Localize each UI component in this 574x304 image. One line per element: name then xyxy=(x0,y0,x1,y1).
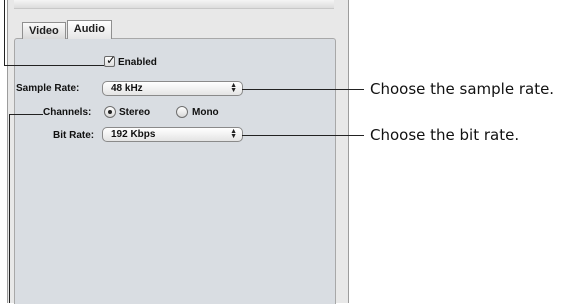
stereo-label: Stereo xyxy=(119,107,151,118)
enabled-checkbox[interactable]: ✓ xyxy=(104,53,117,67)
channels-label: Channels: xyxy=(43,107,92,118)
sample-rate-label: Sample Rate: xyxy=(16,83,80,94)
audio-settings-panel: Video Audio ✓ Enabled Sample Rate: 48 kH… xyxy=(7,0,349,304)
tab-video[interactable]: Video xyxy=(22,22,66,39)
mono-radio[interactable] xyxy=(176,106,188,118)
sample-rate-value: 48 kHz xyxy=(111,83,143,94)
enabled-label: Enabled xyxy=(118,57,157,68)
tab-audio[interactable]: Audio xyxy=(66,20,112,39)
sample-rate-callout: Choose the sample rate. xyxy=(370,80,555,98)
tab-bar: Video Audio xyxy=(22,20,112,39)
bit-rate-label: Bit Rate: xyxy=(53,130,95,141)
bit-rate-popup[interactable]: 192 Kbps ▲ ▼ xyxy=(102,127,243,142)
checkmark-icon: ✓ xyxy=(106,53,117,67)
sample-rate-popup[interactable]: 48 kHz ▲ ▼ xyxy=(102,81,243,96)
tab-content-box xyxy=(14,38,336,304)
enabled-leader-vertical xyxy=(4,0,5,66)
updown-arrows-icon: ▲ ▼ xyxy=(230,82,237,94)
bit-rate-callout: Choose the bit rate. xyxy=(370,126,520,144)
bit-rate-leader xyxy=(242,135,364,136)
enabled-leader-horizontal xyxy=(4,65,104,66)
mono-label: Mono xyxy=(192,107,219,118)
cropped-top-bar xyxy=(14,0,334,9)
updown-arrows-icon: ▲ ▼ xyxy=(230,128,237,140)
channels-leader-vertical xyxy=(9,114,10,303)
bit-rate-value: 192 Kbps xyxy=(111,129,156,140)
sample-rate-leader xyxy=(242,89,364,90)
channels-leader-horizontal xyxy=(9,114,43,115)
stereo-radio[interactable] xyxy=(104,106,116,118)
